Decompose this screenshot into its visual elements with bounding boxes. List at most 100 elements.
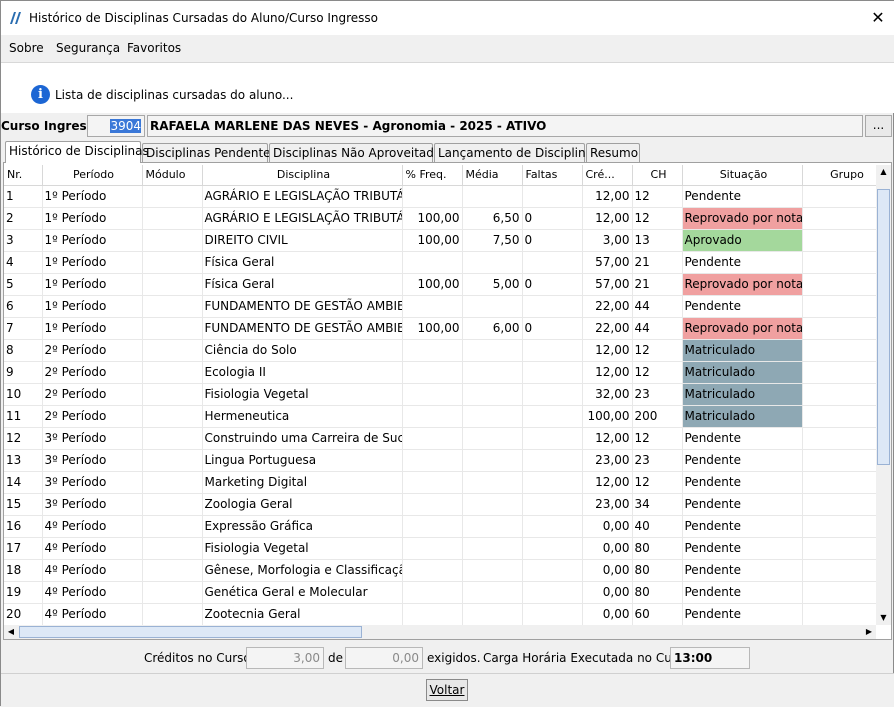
table-row[interactable]: 19 4º Período Genética Geral e Molecular 0,… [4, 581, 876, 604]
table-row[interactable]: 20 4º Período Zootecnia Geral 0,00 60 Pendent… [4, 603, 876, 625]
table-cell [462, 295, 523, 318]
tab-historico[interactable]: Histórico de Disciplinas [5, 141, 149, 163]
table-row[interactable]: 11º Período AGRÁRIO E LEGISLAÇÃO TRIBUTÁR… [4, 185, 876, 208]
table-row[interactable]: 17 4º Período Fisiologia Vegetal 0,00 80 Pend… [4, 537, 876, 560]
disciplinas-grid[interactable]: Nr. Período Módulo Disciplina% Freq. Média Fa… [4, 165, 876, 625]
table-cell [462, 493, 523, 516]
table-cell: 18 [4, 559, 43, 582]
table-row[interactable]: 21º Período AGRÁRIO E LEGISLAÇÃO TRIBUTÁR… [4, 207, 876, 230]
table-cell: 0 [522, 273, 583, 296]
table-cell: 60 [632, 603, 683, 625]
de-label: de [328, 651, 343, 665]
table-cell [142, 295, 203, 318]
table-cell [802, 493, 876, 516]
situacao-cell: Pendente [682, 185, 803, 208]
table-row[interactable]: 5 1º Período Física Geral 100,00 5,00 0 57,00 2… [4, 273, 876, 296]
column-header[interactable]: Média [462, 165, 523, 186]
tab-resumo[interactable]: Resumo [586, 143, 640, 163]
table-row[interactable]: 9 2º Período Ecologia II 12,00 12 Matriculado [4, 361, 876, 384]
table-cell [802, 207, 876, 230]
table-cell [802, 273, 876, 296]
table-row[interactable]: 8 2º Período Ciência do Solo 12,00 12 Matricu… [4, 339, 876, 362]
column-header[interactable]: Período [42, 165, 143, 186]
table-cell: 15 [4, 493, 43, 516]
table-cell [142, 603, 203, 625]
table-cell [462, 449, 523, 472]
table-cell: 12,00 [582, 339, 633, 362]
table-row[interactable]: 18 4º Período Gênese, Morfologia e Classif… [4, 559, 876, 582]
curso-lookup-button[interactable]: ... [865, 115, 892, 137]
table-row[interactable]: 11 2º Período Hermeneutica 100,00 200 Matricu… [4, 405, 876, 428]
voltar-button[interactable]: Voltar [426, 679, 468, 701]
table-cell: Fisiologia Vegetal [202, 383, 403, 406]
tab-nao-aproveitadas[interactable]: Disciplinas Não Aproveitadas [269, 143, 448, 163]
table-cell [142, 361, 203, 384]
table-cell: 12 [632, 207, 683, 230]
column-header[interactable]: Disciplina [202, 165, 403, 186]
horizontal-scrollbar[interactable]: ◀ ▶ [4, 625, 876, 639]
table-cell [142, 273, 203, 296]
table-cell: 4º Período [42, 581, 143, 604]
tab-lancamento[interactable]: Lançamento de Disciplinas [434, 143, 599, 163]
table-cell [142, 251, 203, 274]
table-row[interactable]: 3 1º Período DIREITO CIVIL 100,00 7,50 0 3,00 1… [4, 229, 876, 252]
table-row[interactable]: 7 1º Período FUNDAMENTO DE GESTÃO AMBIE...… [4, 317, 876, 340]
table-cell [142, 185, 203, 208]
vertical-scrollbar[interactable]: ▲ ▼ [876, 165, 891, 625]
table-cell: 57,00 [582, 251, 633, 274]
vertical-scroll-thumb[interactable] [877, 189, 890, 465]
curso-code-field[interactable]: 3904 [87, 115, 145, 137]
situacao-cell: Pendente [682, 295, 803, 318]
bottom-bar: Voltar [1, 673, 894, 707]
table-row[interactable]: 12 3º Período Construindo uma Carreira de … [4, 427, 876, 450]
situacao-cell: Pendente [682, 493, 803, 516]
menu-seguranca[interactable]: Segurança [56, 41, 120, 55]
scroll-down-icon[interactable]: ▼ [876, 611, 891, 625]
table-cell: 12 [4, 427, 43, 450]
horizontal-scroll-thumb[interactable] [19, 626, 362, 638]
column-header[interactable]: % Freq. [402, 165, 463, 186]
column-header[interactable]: Faltas [522, 165, 583, 186]
table-cell: FUNDAMENTO DE GESTÃO AMBIE... [202, 317, 403, 340]
table-cell: 12 [632, 361, 683, 384]
table-cell: 0,00 [582, 537, 633, 560]
menu-sobre[interactable]: Sobre [9, 41, 44, 55]
column-header[interactable]: Nr. [4, 165, 43, 186]
creditos-field: 3,00 [246, 647, 324, 669]
table-cell: 2º Período [42, 383, 143, 406]
table-cell [402, 515, 463, 538]
table-row[interactable]: 16 4º Período Expressão Gráfica 0,00 40 Pende… [4, 515, 876, 538]
table-row[interactable]: 10 2º Período Fisiologia Vegetal 32,00 23 Mat… [4, 383, 876, 406]
table-cell [462, 537, 523, 560]
menu-favoritos[interactable]: Favoritos [127, 41, 181, 55]
situacao-cell: Pendente [682, 251, 803, 274]
table-cell: 80 [632, 537, 683, 560]
table-cell: 4º Período [42, 515, 143, 538]
table-cell: 5 [4, 273, 43, 296]
scroll-right-icon[interactable]: ▶ [862, 625, 876, 639]
table-row[interactable]: 4 1º Período Física Geral 57,00 21 Pendente [4, 251, 876, 274]
table-cell [802, 295, 876, 318]
tab-pendentes[interactable]: Disciplinas Pendentes [142, 143, 277, 163]
table-cell [802, 251, 876, 274]
table-row[interactable]: 6 1º Período FUNDAMENTO DE GESTÃO AMBIE...… [4, 295, 876, 318]
scroll-up-icon[interactable]: ▲ [876, 165, 891, 179]
column-header[interactable]: CH [632, 165, 683, 186]
main-window: Histórico de Disciplinas Cursadas do Alu… [0, 0, 894, 707]
table-cell: Construindo uma Carreira de Suces... [202, 427, 403, 450]
column-header[interactable]: Cré... [582, 165, 633, 186]
table-cell: 4º Período [42, 603, 143, 625]
table-row[interactable]: 14 3º Período Marketing Digital 12,00 12 Pend… [4, 471, 876, 494]
table-row[interactable]: 15 3º Período Zoologia Geral 23,00 34 Pendent… [4, 493, 876, 516]
close-icon[interactable]: ✕ [867, 7, 889, 29]
table-row[interactable]: 13 3º Período Lingua Portuguesa 23,00 23 Pend… [4, 449, 876, 472]
menu-bar: Sobre Segurança Favoritos [1, 35, 894, 63]
column-header[interactable]: Situação [682, 165, 803, 186]
situacao-cell: Pendente [682, 537, 803, 560]
column-header[interactable]: Grupo [802, 165, 876, 186]
table-cell: 2º Período [42, 405, 143, 428]
scroll-left-icon[interactable]: ◀ [4, 625, 18, 639]
column-header[interactable]: Módulo [142, 165, 203, 186]
table-cell: 100,00 [402, 317, 463, 340]
situacao-cell: Reprovado por nota [682, 207, 803, 230]
